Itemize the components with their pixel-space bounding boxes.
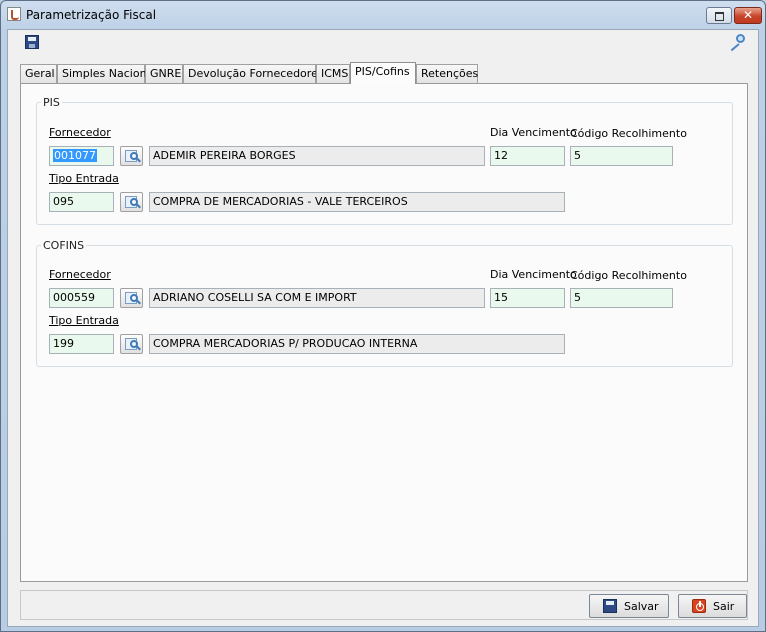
tab-geral[interactable]: Geral [20, 64, 57, 83]
cofins-tipo-entrada-desc-field: COMPRA MERCADORIAS P/ PRODUCAO INTERNA [149, 334, 565, 354]
cofins-tipo-entrada-label: Tipo Entrada [49, 314, 119, 327]
pis-fornecedor-code-field[interactable]: 001077 [49, 146, 114, 166]
tab-icms[interactable]: ICMS [316, 64, 350, 83]
window-title: Parametrização Fiscal [26, 8, 157, 22]
cofins-dia-vencimento-label: Dia Vencimento [490, 268, 577, 281]
pis-dia-vencimento-field[interactable]: 12 [490, 146, 565, 166]
cofins-fornecedor-lookup-button[interactable] [120, 288, 143, 308]
power-icon [692, 599, 706, 613]
tab-retencoes[interactable]: Retenções [416, 64, 478, 83]
cofins-fornecedor-label: Fornecedor [49, 268, 111, 281]
pis-dia-vencimento-label: Dia Vencimento [490, 126, 577, 139]
save-button-label: Salvar [624, 600, 659, 613]
pis-cofins-panel: PIS Fornecedor Dia Vencimento Código Rec… [20, 83, 748, 582]
java-app-icon [7, 7, 21, 21]
pis-legend: PIS [43, 96, 60, 109]
key-icon[interactable] [727, 34, 745, 52]
restore-button[interactable] [706, 7, 732, 24]
exit-button-label: Sair [713, 600, 735, 613]
pis-tipo-entrada-code-field[interactable]: 095 [49, 192, 114, 212]
pis-tipo-entrada-lookup-button[interactable] [120, 192, 143, 212]
pis-fornecedor-name-field: ADEMIR PEREIRA BORGES [149, 146, 485, 166]
pis-group: PIS Fornecedor Dia Vencimento Código Rec… [36, 96, 733, 225]
cofins-legend: COFINS [43, 239, 85, 252]
cofins-fornecedor-code-field[interactable]: 000559 [49, 288, 114, 308]
close-button[interactable] [734, 7, 762, 24]
client-area: Geral Simples Nacional GNRE Devolução Fo… [7, 29, 759, 627]
pis-fornecedor-code: 001077 [53, 149, 97, 162]
save-icon[interactable] [25, 35, 39, 49]
cofins-dia-vencimento-field[interactable]: 15 [490, 288, 565, 308]
cofins-tipo-entrada-lookup-button[interactable] [120, 334, 143, 354]
save-button[interactable]: Salvar [589, 594, 669, 618]
button-bar: Salvar Sair [20, 590, 748, 620]
title-bar[interactable]: Parametrização Fiscal [1, 1, 765, 29]
pis-tipo-entrada-label: Tipo Entrada [49, 172, 119, 185]
cofins-codigo-recolhimento-label: Código Recolhimento [570, 269, 687, 282]
main-window: Parametrização Fiscal Geral Simples Naci… [0, 0, 766, 632]
tab-simples-nacional[interactable]: Simples Nacional [57, 64, 156, 83]
save-icon [603, 599, 617, 613]
cofins-tipo-entrada-code-field[interactable]: 199 [49, 334, 114, 354]
pis-codigo-recolhimento-label: Código Recolhimento [570, 127, 687, 140]
tab-gnre[interactable]: GNRE [145, 64, 183, 83]
cofins-fornecedor-name-field: ADRIANO COSELLI SA COM E IMPORT [149, 288, 485, 308]
pis-fornecedor-label: Fornecedor [49, 126, 111, 139]
cofins-codigo-recolhimento-field[interactable]: 5 [570, 288, 673, 308]
pis-fornecedor-lookup-button[interactable] [120, 146, 143, 166]
exit-button[interactable]: Sair [678, 594, 747, 618]
cofins-group: COFINS Fornecedor Dia Vencimento Código … [36, 239, 733, 367]
pis-codigo-recolhimento-field[interactable]: 5 [570, 146, 673, 166]
pis-tipo-entrada-desc-field: COMPRA DE MERCADORIAS - VALE TERCEIROS [149, 192, 565, 212]
tab-pis-cofins[interactable]: PIS/Cofins [350, 62, 416, 84]
tab-devolucao-fornecedores[interactable]: Devolução Fornecedores [183, 64, 324, 83]
